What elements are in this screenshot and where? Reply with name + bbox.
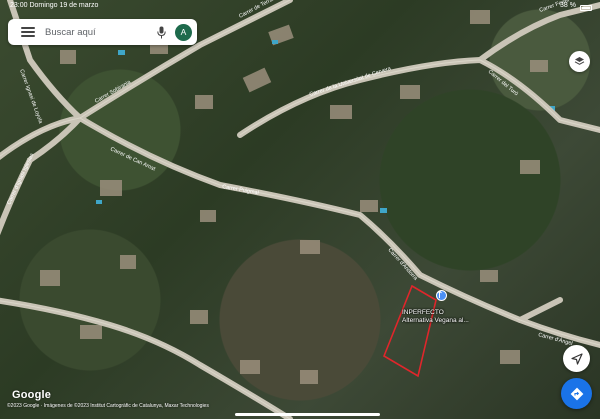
battery-icon: [580, 4, 592, 11]
status-time: 23:00 Domingo 19 de marzo: [10, 0, 98, 12]
google-logo: Google: [12, 389, 52, 401]
layers-button[interactable]: [569, 51, 590, 72]
date: Domingo 19 de marzo: [29, 2, 99, 9]
directions-button[interactable]: [561, 378, 592, 409]
road-label: Carrer de la Universitat de Cervera: [309, 66, 393, 98]
menu-icon[interactable]: [21, 27, 35, 37]
directions-icon: [570, 387, 583, 400]
search-input[interactable]: Buscar aquí: [45, 27, 155, 38]
satellite-map[interactable]: Carrer de Terrassa Carrer Sobirania Carr…: [0, 0, 600, 419]
clock: 23:00: [10, 2, 28, 9]
battery-percentage: 38 %: [560, 2, 576, 9]
status-bar: 23:00 Domingo 19 de marzo 38 %: [0, 0, 600, 12]
place-pin-icon[interactable]: [436, 290, 447, 301]
map-attribution[interactable]: ©2023 Google · Imágenes de ©2023 Institu…: [7, 403, 209, 409]
avatar[interactable]: A: [175, 23, 192, 41]
layers-icon: [574, 57, 585, 65]
road-label: Carrer d'Ignasi Iglesias: [6, 152, 35, 206]
place-label[interactable]: INPERFECTO Alternativa Vegana al...: [402, 309, 469, 325]
property-boundary: [383, 284, 437, 378]
navigation-arrow-icon: [570, 352, 583, 365]
search-bar[interactable]: Buscar aquí A: [8, 19, 197, 45]
place-subtitle: Alternativa Vegana al...: [402, 317, 469, 324]
place-name: INPERFECTO: [402, 309, 444, 316]
map-roads-layer: Carrer de Terrassa Carrer Sobirania Carr…: [0, 0, 600, 419]
mic-icon[interactable]: [155, 25, 167, 39]
status-indicators: 38 %: [560, 0, 592, 12]
my-location-button[interactable]: [563, 345, 590, 372]
home-indicator[interactable]: [235, 413, 380, 416]
pool: [118, 50, 125, 55]
